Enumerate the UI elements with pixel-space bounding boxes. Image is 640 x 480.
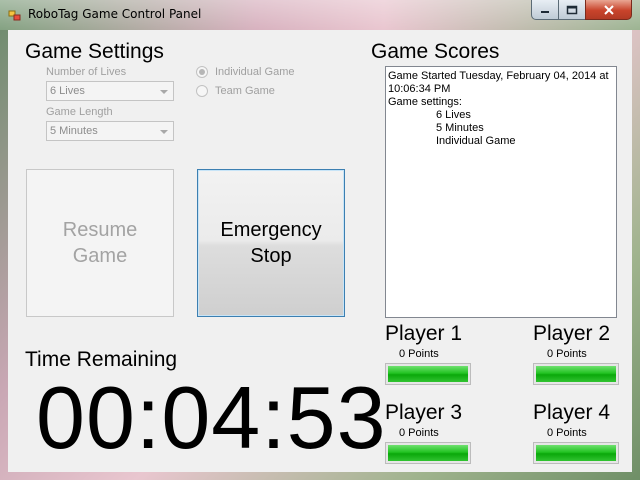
log-line: Game Started Tuesday, February 04, 2014 …	[388, 70, 609, 82]
player-4-points: 0 Points	[547, 427, 587, 439]
team-game-label: Team Game	[215, 85, 275, 97]
player-2-name: Player 2	[533, 322, 611, 345]
app-icon	[8, 10, 21, 21]
game-settings-heading: Game Settings	[25, 40, 164, 63]
player-3-points: 0 Points	[399, 427, 439, 439]
player-1-name: Player 1	[385, 322, 463, 345]
window-title: RoboTag Game Control Panel	[28, 7, 202, 21]
close-icon	[603, 4, 614, 15]
game-scores-heading: Game Scores	[371, 40, 500, 63]
player-2-bar-fill	[536, 366, 616, 382]
resume-button-line2: Game	[72, 245, 128, 267]
countdown-timer: 00:04:53	[36, 368, 387, 467]
stop-button-line2: Stop	[250, 245, 292, 267]
player-3-bar	[385, 442, 471, 464]
log-line: Individual Game	[436, 135, 516, 147]
player-2-points: 0 Points	[547, 348, 587, 360]
minimize-button[interactable]	[531, 0, 559, 20]
minimize-icon	[541, 10, 549, 13]
player-1-points: 0 Points	[399, 348, 439, 360]
player-3-name: Player 3	[385, 401, 463, 424]
individual-game-label: Individual Game	[215, 66, 295, 78]
title-bar[interactable]: RoboTag Game Control Panel	[0, 0, 640, 30]
player-1-bar-fill	[388, 366, 468, 382]
stop-button-line1: Emergency	[220, 219, 322, 241]
game-scores-log[interactable]: Game Started Tuesday, February 04, 2014 …	[385, 66, 617, 318]
log-line: 10:06:34 PM	[388, 83, 451, 95]
app-window: RoboTag Game Control Panel Game Settings…	[0, 0, 640, 480]
player-4-bar	[533, 442, 619, 464]
team-game-radio[interactable]	[196, 85, 208, 97]
chevron-down-icon	[160, 90, 168, 94]
client-area: Game Settings Number of Lives 6 Lives Ga…	[8, 30, 632, 472]
lives-label: Number of Lives	[46, 66, 127, 78]
chevron-down-icon	[160, 130, 168, 134]
individual-game-radio[interactable]	[196, 66, 208, 78]
lives-select[interactable]: 6 Lives	[46, 81, 174, 101]
resume-game-button[interactable]: Resume Game	[26, 169, 174, 317]
log-line: Game settings:	[388, 96, 462, 108]
player-3-bar-fill	[388, 445, 468, 461]
emergency-stop-button[interactable]: Emergency Stop	[197, 169, 345, 317]
player-4-bar-fill	[536, 445, 616, 461]
log-line: 5 Minutes	[436, 122, 484, 134]
length-select-value: 5 Minutes	[50, 125, 98, 137]
player-4-name: Player 4	[533, 401, 611, 424]
length-label: Game Length	[46, 106, 113, 118]
maximize-icon	[566, 5, 578, 14]
close-button[interactable]	[585, 0, 632, 20]
length-select[interactable]: 5 Minutes	[46, 121, 174, 141]
resume-button-line1: Resume	[62, 219, 138, 241]
log-line: 6 Lives	[436, 109, 471, 121]
player-2-bar	[533, 363, 619, 385]
lives-select-value: 6 Lives	[50, 85, 85, 97]
maximize-button[interactable]	[558, 0, 586, 20]
player-1-bar	[385, 363, 471, 385]
